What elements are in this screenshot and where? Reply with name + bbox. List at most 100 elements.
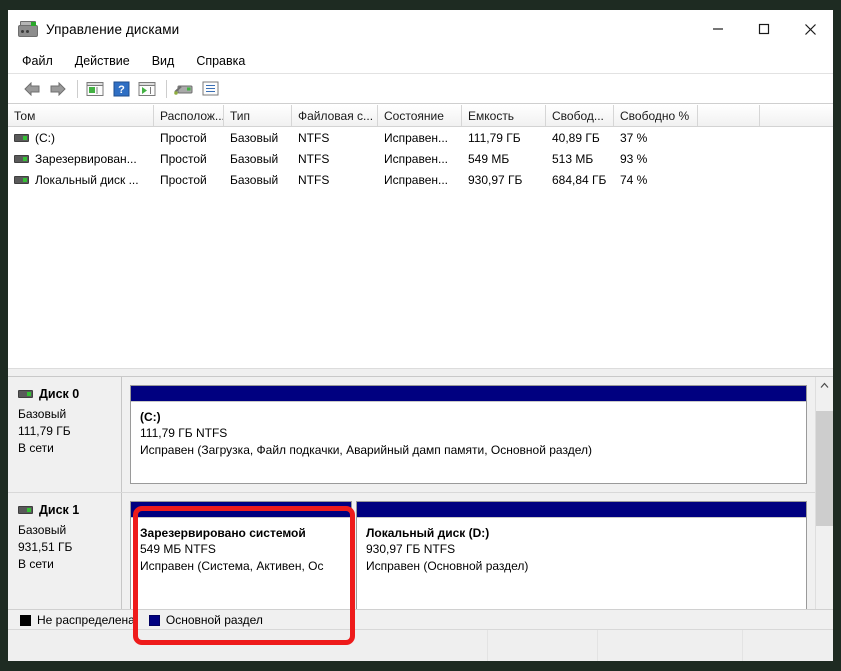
- disk-size-0: 111,79 ГБ: [18, 424, 71, 438]
- column-header-type[interactable]: Тип: [224, 105, 292, 126]
- status-segment-3: [598, 630, 743, 661]
- window-title: Управление дисками: [46, 21, 180, 37]
- partition-title: Локальный диск (D:): [366, 526, 490, 540]
- layout-cell: Простой: [160, 130, 207, 145]
- capacity-cell: 111,79 ГБ: [468, 130, 521, 145]
- legend-label: Не распределена: [37, 613, 135, 627]
- drive-icon: [14, 175, 29, 184]
- disk-title-1: Диск 1: [18, 503, 121, 517]
- volume-list: Том Располож... Тип Файловая с... Состоя…: [8, 104, 833, 368]
- toolbar-separator-2: [166, 79, 167, 98]
- disk-info-0[interactable]: Диск 0 Базовый 111,79 ГБ В сети: [8, 377, 122, 492]
- show-action-pane-icon[interactable]: [135, 77, 159, 100]
- volume-list-header: Том Располож... Тип Файловая с... Состоя…: [8, 104, 833, 127]
- legend-swatch-primary: [148, 614, 160, 626]
- pane-splitter[interactable]: [8, 368, 833, 377]
- help-icon[interactable]: ?: [109, 77, 133, 100]
- column-header-free[interactable]: Свобод...: [546, 105, 614, 126]
- disk-management-window: Управление дисками Файл Действие Вид Спр…: [8, 10, 833, 661]
- minimize-icon[interactable]: [695, 10, 741, 48]
- status-segment-1: [8, 630, 488, 661]
- maximize-icon[interactable]: [741, 10, 787, 48]
- disk-title-0: Диск 0: [18, 387, 121, 401]
- status-segment-4: [743, 630, 833, 661]
- partition-color-bar: [131, 502, 351, 518]
- type-cell: Базовый: [230, 172, 279, 187]
- menu-bar: Файл Действие Вид Справка: [8, 48, 833, 74]
- column-header-layout[interactable]: Располож...: [154, 105, 224, 126]
- scrollbar-track[interactable]: [816, 394, 833, 605]
- table-row[interactable]: (C:) Простой Базовый NTFS Исправен... 11…: [8, 127, 833, 148]
- partition-color-bar: [131, 386, 806, 402]
- toolbar: ?: [8, 74, 833, 104]
- partition-d[interactable]: Локальный диск (D:) 930,97 ГБ NTFS Испра…: [356, 501, 807, 613]
- menu-item-view[interactable]: Вид: [152, 54, 175, 68]
- back-icon[interactable]: [20, 77, 44, 100]
- partition-color-bar: [357, 502, 806, 518]
- disk-state-1: В сети: [18, 557, 54, 571]
- partition-size: 549 МБ NTFS: [140, 542, 216, 556]
- disk-pane-scrollbar[interactable]: [815, 377, 833, 622]
- partition-status: Исправен (Загрузка, Файл подкачки, Авари…: [140, 443, 592, 457]
- column-header-free-percent[interactable]: Свободно %: [614, 105, 698, 126]
- disk-type-0: Базовый: [18, 407, 67, 421]
- table-row[interactable]: Зарезервирован... Простой Базовый NTFS И…: [8, 148, 833, 169]
- forward-icon[interactable]: [46, 77, 70, 100]
- menu-item-file[interactable]: Файл: [22, 54, 53, 68]
- menu-item-action[interactable]: Действие: [75, 54, 130, 68]
- partition-status: Исправен (Система, Активен, Ос: [140, 559, 324, 573]
- volume-label: (C:): [35, 130, 55, 145]
- filesystem-cell: NTFS: [298, 172, 330, 187]
- disk-info-1[interactable]: Диск 1 Базовый 931,51 ГБ В сети: [8, 493, 122, 621]
- disk-row-0: Диск 0 Базовый 111,79 ГБ В сети (C:) 111…: [8, 377, 833, 493]
- legend-item-primary: Основной раздел: [148, 613, 263, 627]
- column-header-capacity[interactable]: Емкость: [462, 105, 546, 126]
- show-console-tree-icon[interactable]: [83, 77, 107, 100]
- partition-status: Исправен (Основной раздел): [366, 559, 529, 573]
- disk-icon: [18, 506, 33, 514]
- status-cell: Исправен...: [384, 172, 449, 187]
- type-cell: Базовый: [230, 130, 279, 145]
- disk-state-0: В сети: [18, 441, 54, 455]
- partition-c[interactable]: (C:) 111,79 ГБ NTFS Исправен (Загрузка, …: [130, 385, 807, 484]
- disk-icon: [18, 390, 33, 398]
- table-row[interactable]: Локальный диск ... Простой Базовый NTFS …: [8, 169, 833, 190]
- volume-label: Зарезервирован...: [35, 151, 137, 166]
- scroll-up-icon[interactable]: [816, 377, 833, 394]
- capacity-cell: 549 МБ: [468, 151, 510, 166]
- disk-graphical-view: Диск 0 Базовый 111,79 ГБ В сети (C:) 111…: [8, 377, 833, 622]
- disk-size-1: 931,51 ГБ: [18, 540, 73, 554]
- column-header-filesystem[interactable]: Файловая с...: [292, 105, 378, 126]
- column-header-status[interactable]: Состояние: [378, 105, 462, 126]
- capacity-cell: 930,97 ГБ: [468, 172, 523, 187]
- status-segment-2: [488, 630, 598, 661]
- free-percent-cell: 93 %: [620, 151, 648, 166]
- scrollbar-thumb[interactable]: [816, 411, 833, 526]
- volume-cell: Локальный диск ...: [8, 173, 154, 187]
- partition-size: 930,97 ГБ NTFS: [366, 542, 456, 556]
- legend-label: Основной раздел: [165, 613, 263, 627]
- rescan-disks-icon[interactable]: [172, 77, 196, 100]
- properties-icon[interactable]: [198, 77, 222, 100]
- free-cell: 684,84 ГБ: [552, 172, 607, 187]
- legend: Не распределена Основной раздел: [8, 609, 833, 630]
- filesystem-cell: NTFS: [298, 151, 330, 166]
- disk-type-1: Базовый: [18, 523, 67, 537]
- layout-cell: Простой: [160, 172, 207, 187]
- menu-item-help[interactable]: Справка: [196, 54, 245, 68]
- drive-icon: [14, 154, 29, 163]
- legend-swatch-unallocated: [20, 614, 31, 626]
- close-icon[interactable]: [787, 10, 833, 48]
- column-header-extra[interactable]: [698, 105, 760, 126]
- free-cell: 40,89 ГБ: [552, 130, 600, 145]
- partitions-0: (C:) 111,79 ГБ NTFS Исправен (Загрузка, …: [130, 385, 807, 484]
- column-header-volume[interactable]: Том: [8, 105, 154, 126]
- volume-label: Локальный диск ...: [35, 172, 139, 187]
- partition-system-reserved[interactable]: Зарезервировано системой 549 МБ NTFS Исп…: [130, 501, 352, 613]
- free-cell: 513 МБ: [552, 151, 594, 166]
- layout-cell: Простой: [160, 151, 207, 166]
- partition-size: 111,79 ГБ NTFS: [140, 426, 228, 440]
- disk-management-icon: [18, 21, 38, 37]
- title-bar: Управление дисками: [8, 10, 833, 48]
- svg-text:?: ?: [118, 84, 125, 96]
